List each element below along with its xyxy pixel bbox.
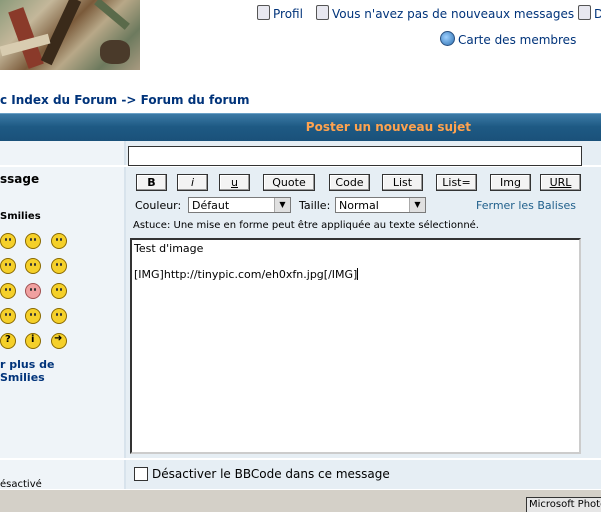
close-tags-link[interactable]: Fermer les Balises xyxy=(476,199,576,212)
url-button[interactable]: URL xyxy=(540,174,581,191)
italic-button[interactable]: i xyxy=(177,174,208,191)
taille-select[interactable]: Normal ▼ xyxy=(335,197,426,213)
chevron-down-icon: ▼ xyxy=(274,198,290,212)
messages-link[interactable]: Vous n'avez pas de nouveaux messages xyxy=(316,5,574,21)
message-line-1: Test d'image xyxy=(134,242,204,255)
breadcrumb-forum-link[interactable]: Forum du forum xyxy=(141,93,250,107)
taskbar xyxy=(0,489,601,512)
page-title: Poster un nouveau sujet xyxy=(305,120,471,134)
breadcrumb-separator: -> xyxy=(121,93,137,107)
carte-membres-link[interactable]: Carte des membres xyxy=(440,31,576,47)
link-icon xyxy=(578,5,591,20)
smiley-biggrin-icon[interactable] xyxy=(0,233,16,249)
breadcrumb-index-link[interactable]: c Index du Forum xyxy=(0,93,117,107)
smiley-idea-icon[interactable] xyxy=(25,333,41,349)
smiley-cool-icon[interactable] xyxy=(25,258,41,274)
cut-off-link[interactable]: D xyxy=(578,5,601,21)
disable-bbcode-label: Désactiver le BBCode dans ce message xyxy=(152,467,390,481)
smiley-evil-icon[interactable] xyxy=(0,308,16,324)
smiley-confused-icon[interactable] xyxy=(0,258,16,274)
smiley-arrow-icon[interactable] xyxy=(51,333,67,349)
quote-button[interactable]: Quote xyxy=(263,174,315,191)
smiley-neutral-icon[interactable] xyxy=(51,283,67,299)
smiley-wink-icon[interactable] xyxy=(51,308,67,324)
subject-input[interactable] xyxy=(128,146,582,166)
list-button[interactable]: List xyxy=(382,174,423,191)
cut-off-label: D xyxy=(594,7,601,21)
couleur-value: Défaut xyxy=(192,199,230,212)
chevron-down-icon: ▼ xyxy=(409,198,425,212)
text-caret xyxy=(357,268,359,280)
message-icon xyxy=(316,5,329,20)
bold-button[interactable]: B xyxy=(136,174,167,191)
smiley-tongue-icon[interactable] xyxy=(0,283,16,299)
globe-icon xyxy=(440,31,455,46)
couleur-label: Couleur: xyxy=(135,199,182,212)
profile-icon xyxy=(257,5,270,20)
forum-logo xyxy=(0,0,140,70)
message-line-2: [IMG]http://tinypic.com/eh0xfn.jpg[/IMG] xyxy=(134,268,359,281)
more-smilies-link[interactable]: r plus de Smilies xyxy=(0,358,54,384)
taille-label: Taille: xyxy=(299,199,331,212)
taskbar-item[interactable]: Microsoft Photo xyxy=(526,497,601,512)
carte-label: Carte des membres xyxy=(458,33,577,47)
img-button[interactable]: Img xyxy=(490,174,531,191)
disable-bbcode-checkbox[interactable] xyxy=(134,467,148,481)
smiley-question-icon[interactable] xyxy=(0,333,16,349)
logo-shape xyxy=(100,40,130,64)
messages-label: Vous n'avez pas de nouveaux messages xyxy=(332,7,575,21)
smiley-embarrassed-icon[interactable] xyxy=(25,283,41,299)
smiley-rolleyes-icon[interactable] xyxy=(25,308,41,324)
format-hint: Astuce: Une mise en forme peut être appl… xyxy=(133,220,479,231)
list-ordered-button[interactable]: List= xyxy=(436,174,477,191)
logo-shape xyxy=(40,0,82,66)
message-textarea[interactable]: Test d'image [IMG]http://tinypic.com/eh0… xyxy=(130,238,581,454)
profil-label: Profil xyxy=(273,7,303,21)
section-header-bar: Poster un nouveau sujet xyxy=(0,113,601,142)
more-smilies-line2: Smilies xyxy=(0,371,45,384)
smiley-laugh-icon[interactable] xyxy=(51,258,67,274)
couleur-select[interactable]: Défaut ▼ xyxy=(188,197,291,213)
breadcrumb: c Index du Forum -> Forum du forum xyxy=(0,93,249,107)
profil-link[interactable]: Profil xyxy=(257,5,303,21)
message-label: ssage xyxy=(0,172,40,186)
message-line-2-text: [IMG]http://tinypic.com/eh0xfn.jpg[/IMG] xyxy=(134,268,358,281)
code-button[interactable]: Code xyxy=(329,174,370,191)
more-smilies-line1: r plus de xyxy=(0,358,55,371)
logo-shape xyxy=(94,0,130,30)
smiley-sad-icon[interactable] xyxy=(25,233,41,249)
underline-button[interactable]: u xyxy=(219,174,250,191)
row-divider xyxy=(0,458,601,460)
smiley-surprised-icon[interactable] xyxy=(51,233,67,249)
taille-value: Normal xyxy=(339,199,379,212)
smilies-label: Smilies xyxy=(0,211,41,222)
